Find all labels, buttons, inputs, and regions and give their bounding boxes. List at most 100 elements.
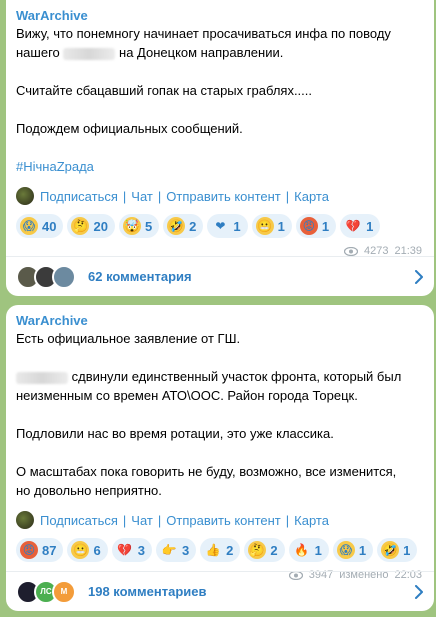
reaction-pill[interactable]: 👍 2	[200, 538, 241, 562]
thinking-emoji-icon: 🤔	[71, 217, 90, 235]
send-content-link[interactable]: Отправить контент	[166, 189, 281, 204]
message-line: Вижу, что понемногу начинает просачивать…	[16, 26, 391, 41]
reaction-pill[interactable]: 👉 3	[155, 538, 197, 562]
reaction-pill[interactable]: 😱 40	[16, 214, 64, 238]
hashtag-link[interactable]: #НічнаZрада	[16, 157, 424, 176]
reaction-pill[interactable]: 💔 1	[340, 214, 381, 238]
message-line: неизменным со времен АТО\ООС. Район горо…	[16, 388, 358, 403]
spoiler-blur[interactable]	[16, 371, 68, 384]
reaction-count: 40	[42, 218, 57, 234]
separator: |	[122, 512, 127, 528]
reaction-count: 1	[321, 218, 330, 234]
fire-emoji-icon: 🔥	[294, 543, 310, 557]
message-text: нашего	[16, 45, 60, 60]
reaction-pill[interactable]: ❤ 1	[207, 214, 248, 238]
reaction-count: 1	[314, 542, 322, 558]
grimace-emoji-icon: 😬	[255, 217, 274, 235]
chevron-right-icon	[415, 584, 423, 599]
reaction-pill[interactable]: 🤣 2	[163, 214, 204, 238]
message-text: сдвинули единственный участок фронта, ко…	[71, 369, 402, 384]
scream-emoji-icon: 😱	[336, 541, 355, 559]
message-line: О масштабах пока говорить не буду, возмо…	[16, 464, 397, 479]
chat-link[interactable]: Чат	[131, 189, 153, 204]
red-heart-emoji-icon: ❤	[215, 219, 226, 233]
reaction-pill[interactable]: 🤣 1	[377, 538, 418, 562]
message-card: WarArchive Вижу, что понемногу начинает …	[6, 0, 434, 296]
spoiler-blur[interactable]	[63, 47, 116, 60]
channel-logo-icon	[16, 187, 34, 205]
reaction-count: 1	[358, 542, 367, 558]
avatar: М	[52, 579, 76, 604]
reactions-bar: 😡 87 😬 6 💔 3 👉 3 👍 2 🤔 2 🔥 1 😱 1 🤣 1	[16, 538, 424, 562]
exploding-head-emoji-icon: 🤯	[122, 217, 141, 235]
comments-button[interactable]: 62 комментария	[6, 256, 434, 296]
reaction-pill[interactable]: 🤯 5	[118, 214, 160, 238]
channel-name[interactable]: WarArchive	[16, 8, 424, 24]
angry-emoji-icon: 😡	[20, 541, 38, 559]
reaction-pill[interactable]: 😡 87	[16, 538, 64, 562]
separator: |	[285, 512, 290, 528]
reaction-pill[interactable]: 😱 1	[332, 538, 374, 562]
scream-emoji-icon: 😱	[20, 217, 38, 235]
map-link[interactable]: Карта	[294, 513, 329, 528]
reaction-pill[interactable]: 😡 1	[295, 214, 337, 238]
chat-link[interactable]: Чат	[131, 513, 153, 528]
chevron-right-icon	[415, 269, 423, 284]
message-line: Считайте сбацавший гопак на старых грабл…	[16, 83, 312, 98]
message-line: но довольно неприятно.	[16, 483, 162, 498]
message-line: Есть официальное заявление от ГШ.	[16, 331, 241, 346]
pointing-hand-emoji-icon: 👉	[161, 543, 177, 557]
send-content-link[interactable]: Отправить контент	[166, 513, 281, 528]
subscribe-link[interactable]: Подписаться	[40, 513, 118, 528]
reaction-count: 1	[277, 218, 285, 234]
message-line: нашего на Донецком направлении.	[16, 43, 424, 62]
reaction-pill[interactable]: 😬 1	[251, 214, 292, 238]
channel-logo-icon	[16, 511, 34, 529]
angry-emoji-icon: 😡	[299, 217, 318, 235]
avatar	[52, 264, 76, 289]
subscribe-link[interactable]: Подписаться	[40, 189, 118, 204]
grimace-emoji-icon: 😬	[71, 541, 90, 559]
reaction-pill[interactable]: 🔥 1	[288, 538, 329, 562]
reaction-pill[interactable]: 💔 3	[111, 538, 152, 562]
views-eye-icon	[343, 246, 358, 256]
message-text: на Донецком направлении.	[119, 45, 284, 60]
reaction-count: 6	[93, 542, 101, 558]
reaction-pill[interactable]: 🤔 20	[67, 214, 115, 238]
comments-count: 62 комментария	[88, 269, 192, 284]
reaction-count: 2	[270, 542, 278, 558]
reaction-count: 3	[181, 542, 190, 558]
message-line: Подождем официальных сообщений.	[16, 121, 243, 136]
comments-button[interactable]: ЛС М 198 комментариев	[6, 571, 434, 611]
reaction-count: 1	[233, 218, 241, 234]
separator: |	[285, 188, 290, 204]
commenter-avatars	[16, 264, 76, 289]
commenter-avatars: ЛС М	[16, 579, 76, 604]
reaction-pill[interactable]: 😬 6	[67, 538, 108, 562]
reaction-count: 5	[144, 218, 153, 234]
reactions-bar: 😱 40 🤔 20 🤯 5 🤣 2 ❤ 1 😬 1 😡 1 💔 1	[16, 214, 424, 238]
reaction-count: 1	[403, 542, 411, 558]
reaction-count: 3	[137, 542, 145, 558]
thumbs-up-emoji-icon: 👍	[205, 543, 221, 557]
reaction-pill[interactable]: 🤔 2	[244, 538, 285, 562]
broken-heart-emoji-icon: 💔	[345, 219, 361, 233]
footer-links: Подписаться | Чат | Отправить контент | …	[16, 186, 424, 206]
footer-links: Подписаться | Чат | Отправить контент | …	[16, 510, 424, 530]
separator: |	[157, 512, 162, 528]
reaction-count: 20	[93, 218, 108, 234]
reaction-count: 87	[42, 542, 57, 558]
reaction-count: 1	[366, 218, 374, 234]
message-line: Подловили нас во время ротации, это уже …	[16, 426, 334, 441]
reaction-count: 2	[226, 542, 234, 558]
separator: |	[157, 188, 162, 204]
comments-count: 198 комментариев	[88, 584, 207, 599]
thinking-emoji-icon: 🤔	[248, 541, 267, 559]
map-link[interactable]: Карта	[294, 189, 329, 204]
reaction-count: 2	[189, 218, 197, 234]
broken-heart-emoji-icon: 💔	[117, 543, 133, 557]
message-line: сдвинули единственный участок фронта, ко…	[16, 367, 424, 386]
channel-name[interactable]: WarArchive	[16, 313, 424, 329]
rofl-emoji-icon: 🤣	[167, 217, 186, 235]
message-card: WarArchive Есть официальное заявление от…	[6, 305, 434, 611]
